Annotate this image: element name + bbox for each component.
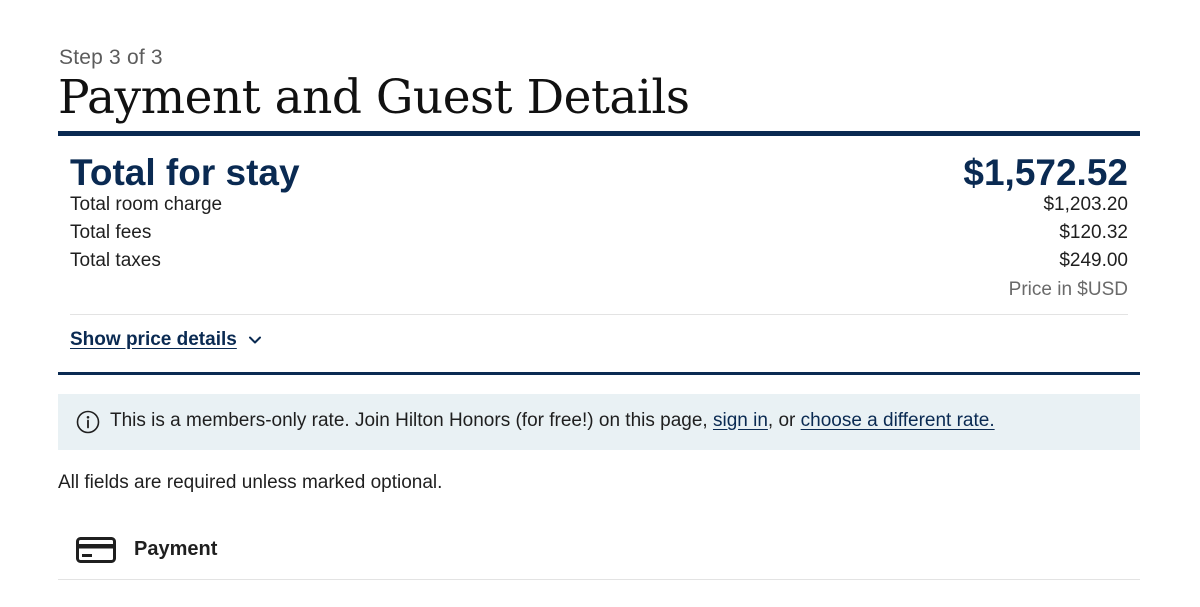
show-price-details-label[interactable]: Show price details xyxy=(70,329,237,351)
currency-note: Price in $USD xyxy=(1008,279,1128,300)
summary-divider xyxy=(70,314,1128,315)
required-fields-note: All fields are required unless marked op… xyxy=(58,472,443,493)
fees-amount: $120.32 xyxy=(1059,222,1128,243)
total-row: Total for stay $1,572.52 xyxy=(70,152,1128,198)
notice-text: This is a members-only rate. Join Hilton… xyxy=(110,410,713,431)
notice-message: This is a members-only rate. Join Hilton… xyxy=(110,410,995,432)
total-amount: $1,572.52 xyxy=(963,152,1128,193)
page-title: Payment and Guest Details xyxy=(58,70,690,125)
total-label: Total for stay xyxy=(70,152,300,193)
show-price-details-button[interactable]: Show price details xyxy=(70,329,263,351)
info-icon xyxy=(76,410,100,434)
room-charge-row: Total room charge $1,203.20 xyxy=(70,194,1128,220)
chevron-down-icon[interactable] xyxy=(247,332,263,348)
payment-section-header[interactable]: Payment xyxy=(58,530,1140,580)
fees-row: Total fees $120.32 xyxy=(70,222,1128,248)
room-charge-amount: $1,203.20 xyxy=(1043,194,1128,215)
members-only-notice: This is a members-only rate. Join Hilton… xyxy=(58,394,1140,450)
taxes-row: Total taxes $249.00 xyxy=(70,250,1128,276)
header-divider xyxy=(58,131,1140,136)
fees-label: Total fees xyxy=(70,222,152,243)
notice-text-middle: , or xyxy=(767,410,801,431)
room-charge-label: Total room charge xyxy=(70,194,223,215)
summary-bottom-divider xyxy=(58,372,1140,375)
payment-label: Payment xyxy=(134,538,218,560)
sign-in-link[interactable]: sign in xyxy=(713,410,768,431)
credit-card-icon xyxy=(76,537,116,563)
step-indicator: Step 3 of 3 xyxy=(59,46,163,69)
choose-different-rate-link[interactable]: choose a different rate. xyxy=(801,410,995,431)
taxes-label: Total taxes xyxy=(70,250,161,271)
taxes-amount: $249.00 xyxy=(1059,250,1128,271)
